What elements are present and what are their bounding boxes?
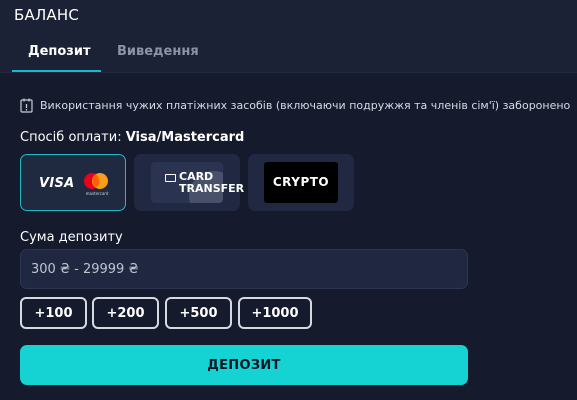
quick-amount-500-button[interactable]: +500 bbox=[165, 297, 232, 329]
payment-method-line: Спосіб оплати: Visa/Mastercard bbox=[20, 130, 244, 145]
card-transfer-text: CARD TRANSFER bbox=[179, 170, 245, 195]
visa-logo: VISA bbox=[39, 176, 75, 191]
crypto-logo: CRYPTO bbox=[264, 162, 338, 203]
tab-bar: Депозит Виведення bbox=[0, 38, 577, 72]
mastercard-logo bbox=[82, 172, 110, 190]
payment-warning: Використання чужих платіжних засобів (вк… bbox=[20, 96, 570, 114]
quick-amount-100-button[interactable]: +100 bbox=[20, 297, 87, 329]
quick-amount-200-button[interactable]: +200 bbox=[92, 297, 159, 329]
deposit-amount-label: Сума депозиту bbox=[20, 230, 123, 245]
crypto-text: CRYPTO bbox=[272, 175, 330, 189]
payment-method-label: Спосіб оплати: bbox=[20, 130, 122, 145]
mastercard-wordmark: mastercard bbox=[85, 191, 109, 196]
card-chip-icon bbox=[165, 174, 176, 182]
method-visa-mastercard[interactable]: VISA mastercard bbox=[20, 154, 126, 211]
method-crypto[interactable]: CRYPTO bbox=[248, 154, 354, 211]
deposit-submit-button[interactable]: ДЕПОЗИТ bbox=[20, 345, 468, 385]
page-title: БАЛАНС bbox=[14, 6, 80, 24]
tab-withdrawal[interactable]: Виведення bbox=[117, 44, 199, 59]
balance-header: БАЛАНС Депозит Виведення bbox=[0, 0, 577, 73]
quick-amount-1000-button[interactable]: +1000 bbox=[238, 297, 312, 329]
tab-deposit[interactable]: Депозит bbox=[28, 44, 91, 59]
warning-text: Використання чужих платіжних засобів (вк… bbox=[40, 98, 571, 112]
method-card-transfer[interactable]: CARD TRANSFER bbox=[134, 154, 244, 211]
deposit-amount-input[interactable] bbox=[20, 249, 468, 289]
payment-method-value: Visa/Mastercard bbox=[125, 130, 245, 145]
info-icon bbox=[20, 98, 33, 113]
active-tab-indicator bbox=[12, 70, 101, 72]
